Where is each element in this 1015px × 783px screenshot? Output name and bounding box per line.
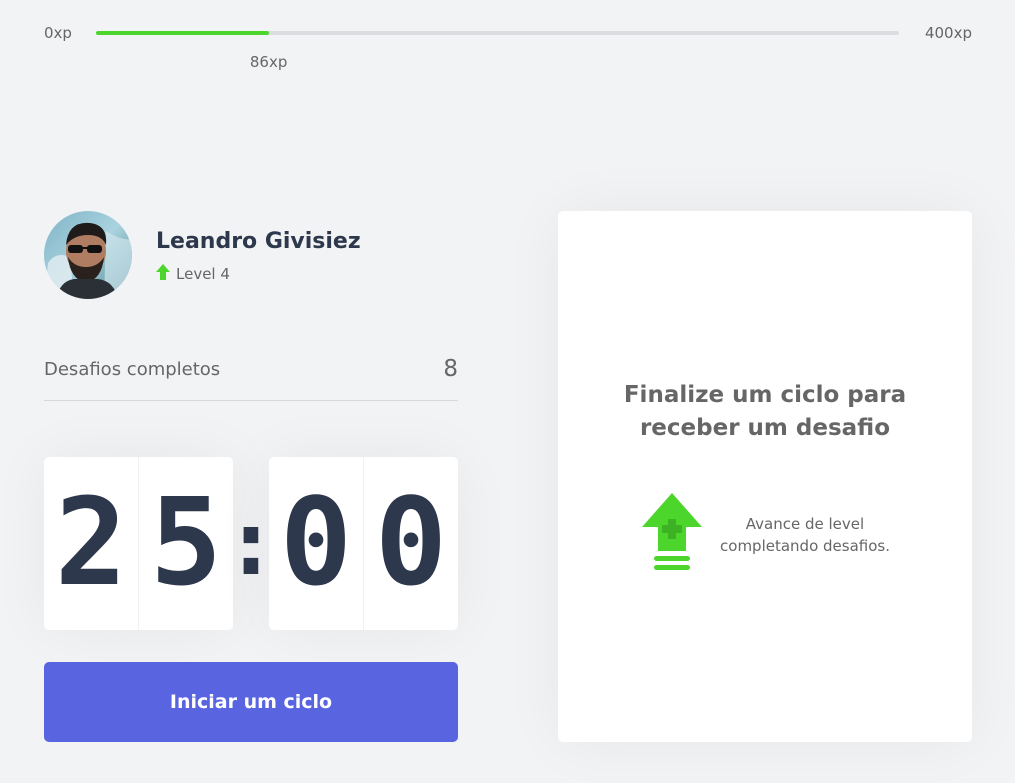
challenge-hint: Avance de level completando desafios. bbox=[642, 493, 902, 577]
level-up-arrow-icon bbox=[156, 264, 170, 284]
profile-level: Level 4 bbox=[156, 264, 230, 284]
experience-bar: 0xp 86xp 400xp bbox=[44, 22, 972, 71]
completed-challenges-count: 8 bbox=[443, 356, 458, 382]
user-avatar bbox=[44, 211, 132, 299]
countdown-seconds: 0 0 bbox=[269, 457, 458, 630]
countdown-minutes: 2 5 bbox=[44, 457, 233, 630]
minute-digit-ones: 5 bbox=[149, 473, 223, 613]
completed-challenges-label: Desafios completos bbox=[44, 359, 221, 380]
level-label: Level 4 bbox=[176, 265, 230, 283]
xp-track: 86xp bbox=[96, 31, 899, 71]
challenge-box-title: Finalize um ciclo para receber um desafi… bbox=[623, 382, 907, 441]
xp-current-label: 86xp bbox=[249, 53, 288, 71]
minute-digit-tens: 2 bbox=[44, 457, 139, 630]
xp-min-label: 0xp bbox=[44, 24, 72, 42]
app-page: 0xp 86xp 400xp Leandro Givisiez Level 4 … bbox=[0, 0, 1015, 783]
countdown-timer: 2 5 : 0 0 bbox=[44, 457, 458, 630]
second-digit-tens: 0 bbox=[269, 457, 364, 630]
challenge-hint-text: Avance de level completando desafios. bbox=[720, 515, 890, 555]
completed-challenges: Desafios completos 8 bbox=[44, 356, 458, 401]
second-digit-ones: 0 bbox=[374, 473, 448, 613]
profile-name: Leandro Givisiez bbox=[156, 229, 361, 254]
start-cycle-button[interactable]: Iniciar um ciclo bbox=[44, 662, 458, 742]
profile: Leandro Givisiez Level 4 bbox=[44, 211, 458, 299]
xp-progress-fill bbox=[96, 31, 269, 35]
countdown-separator: : bbox=[223, 491, 279, 596]
challenge-box: Finalize um ciclo para receber um desafi… bbox=[558, 211, 972, 742]
xp-max-label: 400xp bbox=[924, 24, 972, 42]
level-up-icon bbox=[642, 493, 702, 579]
